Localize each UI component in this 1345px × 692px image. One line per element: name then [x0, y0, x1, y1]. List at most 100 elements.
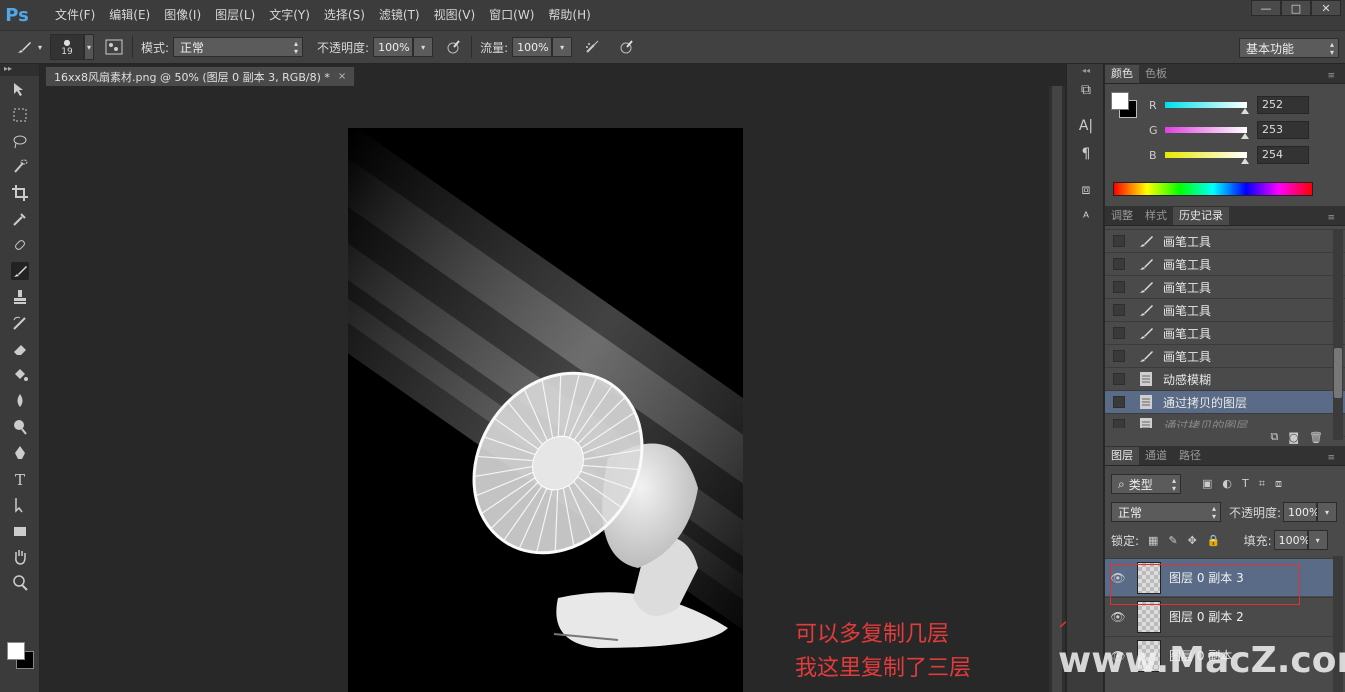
history-item[interactable]: 画笔工具: [1105, 345, 1345, 368]
layer-filter-select[interactable]: ⌕ 类型 ▴ ▾: [1111, 474, 1181, 494]
opacity-dropdown[interactable]: ▾: [413, 37, 434, 57]
history-scrollbar[interactable]: [1333, 230, 1343, 440]
pen-tool-icon[interactable]: [0, 440, 40, 466]
red-slider[interactable]: [1165, 102, 1249, 114]
tab-swatches[interactable]: 色板: [1139, 65, 1173, 83]
new-document-from-state-icon[interactable]: ⧉: [1270, 430, 1278, 444]
filter-type-icon[interactable]: T: [1242, 477, 1249, 491]
history-checkbox[interactable]: [1113, 327, 1125, 339]
crop-tool-icon[interactable]: [0, 180, 40, 206]
mode-select[interactable]: 正常 ▴ ▾: [173, 37, 304, 57]
tab-color[interactable]: 颜色: [1105, 65, 1139, 83]
color-spectrum-bar[interactable]: [1113, 182, 1313, 196]
menu-help[interactable]: 帮助(H): [541, 0, 597, 30]
filter-smart-object-icon[interactable]: ⧈: [1275, 477, 1282, 491]
menu-window[interactable]: 窗口(W): [482, 0, 541, 30]
hand-tool-icon[interactable]: [0, 544, 40, 570]
history-item[interactable]: 通过拷贝的图层: [1105, 391, 1345, 414]
eraser-tool-icon[interactable]: [0, 336, 40, 362]
history-checkbox[interactable]: [1113, 304, 1125, 316]
tab-channels[interactable]: 通道: [1139, 447, 1173, 465]
green-slider[interactable]: [1165, 127, 1249, 139]
workspace-select[interactable]: 基本功能 ▴ ▾: [1239, 38, 1339, 58]
tab-styles[interactable]: 样式: [1139, 207, 1173, 225]
history-item[interactable]: 画笔工具: [1105, 230, 1345, 253]
fill-input[interactable]: 100%: [1273, 530, 1310, 550]
layer-opacity-input[interactable]: 100%: [1283, 502, 1320, 522]
history-checkbox[interactable]: [1113, 350, 1125, 362]
shape-tool-icon[interactable]: [0, 518, 40, 544]
document-tab[interactable]: 16xx8风扇素材.png @ 50% (图层 0 副本 3, RGB/8) *…: [45, 66, 356, 86]
history-item[interactable]: 动感模糊: [1105, 368, 1345, 391]
paint-bucket-icon[interactable]: [0, 362, 40, 388]
tab-adjustments[interactable]: 调整: [1105, 207, 1139, 225]
brush-tool-icon[interactable]: [0, 258, 40, 284]
filter-shape-icon[interactable]: ⌗: [1259, 477, 1265, 491]
marquee-tool-icon[interactable]: [0, 102, 40, 128]
menu-layer[interactable]: 图层(L): [208, 0, 262, 30]
character-icon[interactable]: A|: [1067, 112, 1105, 140]
strip-collapse-icon[interactable]: ◂◂: [1067, 64, 1105, 76]
brush-preset-icon[interactable]: [12, 36, 36, 58]
menu-view[interactable]: 视图(V): [427, 0, 483, 30]
minimize-button[interactable]: —: [1251, 0, 1281, 16]
history-item[interactable]: 画笔工具: [1105, 322, 1345, 345]
close-button[interactable]: ✕: [1311, 0, 1341, 16]
layer-blend-select[interactable]: 正常 ▴ ▾: [1111, 502, 1221, 522]
history-checkbox[interactable]: [1113, 396, 1125, 408]
filter-adjustment-icon[interactable]: ◐: [1222, 477, 1232, 491]
panel-menu-icon[interactable]: ≡: [1321, 209, 1341, 227]
menu-image[interactable]: 图像(I): [157, 0, 208, 30]
history-checkbox[interactable]: [1113, 258, 1125, 270]
healing-brush-icon[interactable]: [0, 232, 40, 258]
dodge-tool-icon[interactable]: [0, 414, 40, 440]
lock-transparent-icon[interactable]: ▦: [1148, 534, 1158, 547]
paragraph-icon[interactable]: ¶: [1067, 140, 1105, 168]
brush-preset-dropdown[interactable]: ▾: [36, 34, 44, 60]
tab-paths[interactable]: 路径: [1173, 447, 1207, 465]
blue-slider[interactable]: [1165, 152, 1249, 164]
pressure-opacity-icon[interactable]: [441, 36, 465, 58]
pressure-size-icon[interactable]: [614, 36, 638, 58]
visibility-eye-icon[interactable]: 👁: [1105, 610, 1131, 624]
green-value-input[interactable]: 253: [1257, 121, 1309, 139]
history-item[interactable]: 画笔工具: [1105, 299, 1345, 322]
zoom-tool-icon[interactable]: [0, 570, 40, 596]
lasso-tool-icon[interactable]: [0, 128, 40, 154]
lock-position-icon[interactable]: ✥: [1188, 534, 1197, 547]
type-tool-icon[interactable]: T: [0, 466, 40, 492]
fill-dropdown[interactable]: ▾: [1307, 530, 1328, 550]
path-select-icon[interactable]: [0, 492, 40, 518]
eyedropper-tool-icon[interactable]: [0, 206, 40, 232]
menu-edit[interactable]: 编辑(E): [102, 0, 157, 30]
opacity-input[interactable]: 100%: [373, 37, 414, 57]
menu-filter[interactable]: 滤镜(T): [372, 0, 427, 30]
fg-color-chip[interactable]: [1111, 92, 1129, 110]
maximize-button[interactable]: □: [1281, 0, 1311, 16]
tab-layers[interactable]: 图层: [1105, 447, 1139, 465]
panel-menu-icon[interactable]: ≡: [1321, 67, 1341, 85]
history-item[interactable]: 画笔工具: [1105, 253, 1345, 276]
close-document-icon[interactable]: ×: [338, 71, 346, 82]
character-styles-icon[interactable]: ᴬ: [1067, 204, 1105, 232]
history-checkbox[interactable]: [1113, 281, 1125, 293]
filter-pixel-icon[interactable]: ▣: [1202, 477, 1212, 491]
clone-source-icon[interactable]: ⧈: [1067, 176, 1105, 204]
blue-value-input[interactable]: 254: [1257, 146, 1309, 164]
history-checkbox[interactable]: [1113, 235, 1125, 247]
history-checkbox[interactable]: [1113, 373, 1125, 385]
panel-menu-icon[interactable]: ≡: [1321, 449, 1341, 467]
delete-state-icon[interactable]: 🗑: [1309, 431, 1323, 444]
menu-type[interactable]: 文字(Y): [262, 0, 317, 30]
image-canvas[interactable]: [348, 128, 743, 692]
new-snapshot-icon[interactable]: ◙: [1288, 431, 1299, 444]
blur-tool-icon[interactable]: [0, 388, 40, 414]
tools-panel-collapse[interactable]: ▸▸: [0, 64, 39, 76]
menu-select[interactable]: 选择(S): [317, 0, 372, 30]
history-brush-icon[interactable]: [0, 310, 40, 336]
foreground-color-swatch[interactable]: [7, 642, 25, 660]
brush-panel-toggle-icon[interactable]: [102, 36, 126, 58]
quick-select-tool-icon[interactable]: [0, 154, 40, 180]
flow-input[interactable]: 100%: [512, 37, 553, 57]
lock-image-icon[interactable]: ✎: [1168, 534, 1177, 547]
